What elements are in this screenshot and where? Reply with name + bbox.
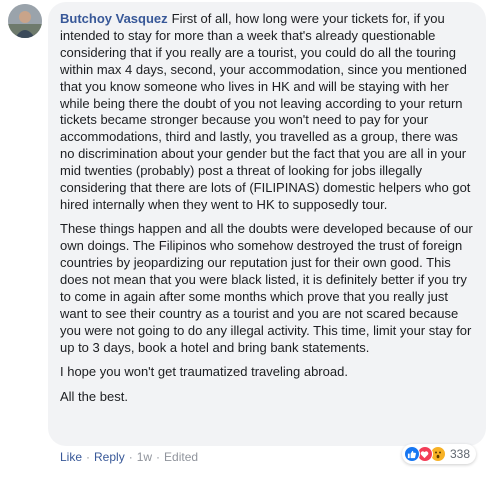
comment-paragraph: Butchoy Vasquez First of all, how long we… — [60, 11, 474, 214]
reactions-summary[interactable]: 338 — [401, 444, 476, 464]
comment: Butchoy Vasquez First of all, how long we… — [0, 0, 492, 478]
like-link[interactable]: Like — [60, 450, 82, 464]
separator: · — [86, 450, 91, 464]
avatar-photo — [8, 4, 42, 38]
comment-actions: Like · Reply · 1w · Edited — [60, 450, 198, 464]
comment-paragraph: These things happen and all the doubts w… — [60, 221, 473, 355]
separator: · — [128, 450, 133, 464]
avatar[interactable] — [8, 4, 42, 38]
comment-text: First of all, how long were your tickets… — [60, 11, 471, 212]
reaction-count: 338 — [449, 447, 470, 461]
comment-paragraph: I hope you won't get traumatized traveli… — [60, 364, 348, 380]
comment-paragraph: All the best. — [60, 388, 128, 404]
comment-author[interactable]: Butchoy Vasquez — [60, 11, 168, 26]
separator: · — [156, 450, 161, 464]
timestamp[interactable]: 1w — [137, 450, 152, 464]
edited-label[interactable]: Edited — [164, 450, 198, 464]
comment-bubble: Butchoy Vasquez First of all, how long we… — [48, 2, 486, 446]
like-icon — [403, 446, 420, 462]
reply-link[interactable]: Reply — [94, 450, 125, 464]
